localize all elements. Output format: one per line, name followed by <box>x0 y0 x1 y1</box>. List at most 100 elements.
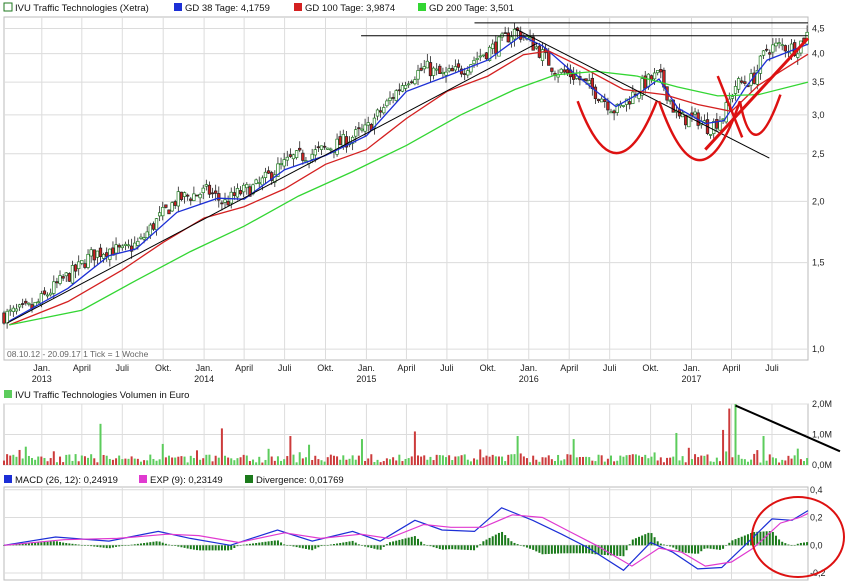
divergence-bar <box>370 545 373 549</box>
divergence-bar <box>273 540 276 546</box>
candle-body <box>95 250 100 258</box>
volume-bar <box>569 454 572 465</box>
volume-bar <box>224 455 227 465</box>
x-axis: Jan.2013April Juli Okt. Jan.2014April Juli Ok… <box>32 363 779 384</box>
candle-body <box>366 122 370 126</box>
volume-bar <box>734 404 737 465</box>
divergence-bar <box>124 545 127 546</box>
divergence-bar <box>177 545 180 547</box>
volume-bar <box>619 455 622 465</box>
divergence-bar <box>516 544 519 546</box>
volume-bar <box>6 454 9 465</box>
volume-bar <box>606 458 609 465</box>
candle-body <box>42 290 47 295</box>
divergence-bar <box>121 545 124 546</box>
divergence-bar <box>83 545 86 546</box>
divergence-bar <box>513 542 516 546</box>
volume-bar <box>314 455 317 465</box>
divergence-bar <box>684 545 687 553</box>
volume-bar <box>308 444 311 465</box>
candle-body <box>186 194 190 197</box>
candle-body <box>394 90 398 101</box>
divergence-bar <box>320 545 323 547</box>
candle-body <box>740 80 744 83</box>
candle-body <box>301 152 305 161</box>
candle-body <box>260 177 265 186</box>
legend-gd200: GD 200 Tage: 3,501 <box>429 3 514 14</box>
divergence-bar <box>700 545 703 552</box>
candle-body <box>444 71 448 76</box>
volume-bar <box>46 461 49 465</box>
divergence-bar <box>143 543 146 546</box>
volume-bar <box>273 460 276 465</box>
divergence-bar <box>388 542 391 546</box>
divergence-bar <box>357 544 360 546</box>
candle-body <box>609 111 613 114</box>
divergence-bar <box>34 542 37 546</box>
x-tick-label: Jan. <box>196 363 213 373</box>
divergence-bar <box>280 542 283 546</box>
volume-bar <box>563 459 566 465</box>
volume-bar <box>575 457 578 465</box>
divergence-bar <box>669 545 672 547</box>
volume-bar <box>793 455 796 465</box>
divergence-bar <box>360 545 363 546</box>
macd-tick-label: 0,0 <box>810 540 823 550</box>
volume-bar <box>348 458 351 465</box>
volume-bar <box>413 431 416 465</box>
divergence-bar <box>787 544 790 546</box>
divergence-bar <box>62 542 65 546</box>
volume-bar <box>675 432 678 465</box>
candle-body <box>379 110 383 113</box>
candle-body <box>659 69 663 73</box>
candle-body <box>466 70 470 76</box>
divergence-bar <box>289 545 292 546</box>
divergence-bar <box>519 545 522 546</box>
candle-body <box>693 111 697 115</box>
candle-body <box>419 67 423 71</box>
divergence-bar <box>781 541 784 546</box>
volume-bar <box>466 459 469 465</box>
volume-bar <box>379 462 382 465</box>
volume-bar <box>753 453 756 465</box>
divergence-bar <box>108 545 111 549</box>
divergence-bar <box>784 543 787 546</box>
volume-bar <box>519 453 522 465</box>
volume-bar <box>700 455 703 465</box>
divergence-bar <box>485 539 488 546</box>
candle-body <box>21 303 25 305</box>
volume-bar <box>550 459 553 465</box>
divergence-bar <box>404 538 407 546</box>
price-tick-label: 3,0 <box>812 110 825 120</box>
divergence-bar <box>146 542 149 546</box>
volume-bar <box>133 458 136 465</box>
divergence-bar <box>227 545 230 551</box>
divergence-bar <box>600 545 603 555</box>
divergence-bar <box>55 541 58 546</box>
divergence-bar <box>529 545 532 549</box>
volume-bar <box>205 454 208 465</box>
candle-body <box>151 223 156 230</box>
candle-body <box>422 66 426 70</box>
volume-bar <box>102 454 105 465</box>
divergence-bar <box>230 545 233 550</box>
candle-body <box>294 150 299 158</box>
divergence-bar <box>572 545 575 554</box>
volume-bar <box>694 454 697 465</box>
candle-body <box>743 81 747 84</box>
divergence-bar <box>171 545 174 546</box>
divergence-bar <box>65 543 68 546</box>
volume-bar <box>684 462 687 465</box>
volume-bar <box>183 456 186 465</box>
candle-body <box>266 170 271 174</box>
candle-body <box>67 273 72 282</box>
divergence-bar <box>628 544 631 546</box>
volume-bar <box>488 456 491 465</box>
candle-body <box>226 201 230 206</box>
divergence-bar <box>501 531 504 546</box>
gd38-swatch <box>174 3 182 11</box>
volume-bar <box>255 462 258 465</box>
divergence-bar <box>619 545 622 557</box>
volume-bar <box>790 458 793 465</box>
divergence-bar <box>199 545 202 551</box>
